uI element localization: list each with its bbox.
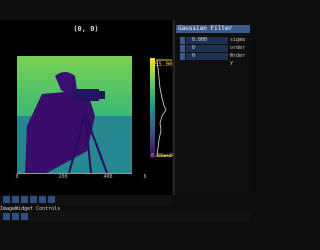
image-view[interactable] [17, 56, 132, 173]
sigma-input[interactable]: 0.000 [186, 37, 228, 44]
sigma-row: 0.000 sigma [180, 37, 250, 44]
pan-icon[interactable] [12, 196, 19, 203]
sigma-label: sigma [230, 37, 246, 43]
close-icon[interactable] [3, 196, 10, 203]
panel-title: Gaussian Filter [176, 25, 250, 33]
hist-max-label: 255.00 [151, 61, 173, 68]
play-icon[interactable] [3, 213, 10, 220]
settings-icon[interactable] [21, 213, 28, 220]
order-y-row: 0 order y [180, 53, 250, 66]
order-x-input[interactable]: 0 [186, 45, 228, 52]
hist-min-label: 0.00e+00 [151, 153, 176, 159]
histogram-colorbar[interactable] [150, 58, 172, 158]
order-y-label: order y [230, 53, 246, 66]
order-y-stepper[interactable] [180, 53, 185, 60]
x-tick: 200 [58, 174, 68, 180]
fit-icon[interactable] [39, 196, 46, 203]
plot-title: (0, 0) [73, 25, 99, 33]
controls-bar [0, 212, 250, 221]
x-axis [17, 173, 132, 174]
zoom-icon[interactable] [21, 196, 28, 203]
x-tick: 6 [143, 174, 147, 180]
panel-splitter[interactable] [173, 20, 175, 195]
select-icon[interactable] [30, 196, 37, 203]
stop-icon[interactable] [12, 213, 19, 220]
x-tick: 400 [103, 174, 113, 180]
x-tick: 0 [15, 174, 19, 180]
order-x-stepper[interactable] [180, 45, 185, 52]
order-x-row: 0 order x [180, 45, 250, 58]
expand-icon[interactable] [48, 196, 55, 203]
sigma-stepper[interactable] [180, 37, 185, 44]
order-y-input[interactable]: 0 [186, 53, 228, 60]
